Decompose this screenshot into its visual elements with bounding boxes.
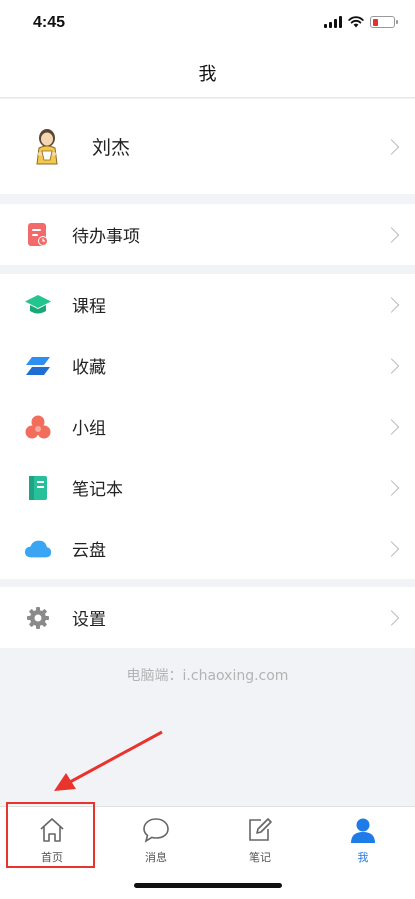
chevron-right-icon <box>383 226 400 243</box>
edit-note-icon <box>208 815 312 845</box>
menu-item-label: 设置 <box>72 610 106 630</box>
chevron-right-icon <box>383 479 400 496</box>
gear-icon <box>24 604 52 632</box>
tab-notes[interactable]: 笔记 <box>208 815 312 865</box>
person-icon <box>311 815 415 845</box>
page-title: 我 <box>198 63 217 85</box>
home-indicator <box>134 883 282 888</box>
menu-item-label: 笔记本 <box>72 480 123 500</box>
chevron-right-icon <box>383 609 400 626</box>
chat-bubble-icon <box>104 815 208 845</box>
menu-item-courses[interactable]: 课程 <box>0 274 415 335</box>
todo-section: 待办事项 <box>0 204 415 265</box>
settings-section: 设置 <box>0 587 415 648</box>
tab-label: 消息 <box>145 851 167 864</box>
tab-me[interactable]: 我 <box>311 815 415 865</box>
chevron-right-icon <box>383 138 400 155</box>
menu-item-label: 云盘 <box>72 541 106 561</box>
menu-item-notebook[interactable]: 笔记本 <box>0 457 415 518</box>
profile-section: 刘杰 <box>0 99 415 194</box>
tab-home[interactable]: 首页 <box>0 815 104 865</box>
menu-item-label: 课程 <box>72 297 106 317</box>
wifi-icon <box>348 16 364 28</box>
menu-item-label: 收藏 <box>72 358 106 378</box>
menu-item-label: 待办事项 <box>72 227 140 247</box>
battery-icon <box>370 16 398 28</box>
layers-icon <box>24 352 52 380</box>
tab-messages[interactable]: 消息 <box>104 815 208 865</box>
main-menu-section: 课程 收藏 小组 笔记本 云盘 <box>0 274 415 579</box>
menu-item-settings[interactable]: 设置 <box>0 587 415 648</box>
avatar <box>28 124 66 170</box>
tab-label: 首页 <box>41 851 63 864</box>
status-icons <box>324 16 398 28</box>
profile-name: 刘杰 <box>92 137 131 159</box>
status-bar: 4:45 <box>0 0 415 48</box>
graduation-cap-icon <box>24 291 52 319</box>
group-circles-icon <box>24 413 52 441</box>
chevron-right-icon <box>383 418 400 435</box>
nav-bar: 我 <box>0 48 415 98</box>
profile-row[interactable]: 刘杰 <box>0 99 415 194</box>
notebook-icon <box>24 474 52 502</box>
chevron-right-icon <box>383 357 400 374</box>
menu-item-todo[interactable]: 待办事项 <box>0 204 415 265</box>
tab-label: 笔记 <box>249 851 271 864</box>
menu-item-cloud-drive[interactable]: 云盘 <box>0 518 415 579</box>
signal-icon <box>324 16 342 28</box>
home-icon <box>0 815 104 845</box>
menu-item-groups[interactable]: 小组 <box>0 396 415 457</box>
todo-icon <box>24 221 52 249</box>
menu-item-label: 小组 <box>72 419 106 439</box>
desktop-url-text: 电脑端：i.chaoxing.com <box>126 668 289 684</box>
chevron-right-icon <box>383 540 400 557</box>
tab-label: 我 <box>357 851 369 864</box>
menu-item-favorites[interactable]: 收藏 <box>0 335 415 396</box>
cloud-icon <box>24 535 52 563</box>
chevron-right-icon <box>383 296 400 313</box>
status-time: 4:45 <box>33 14 66 31</box>
